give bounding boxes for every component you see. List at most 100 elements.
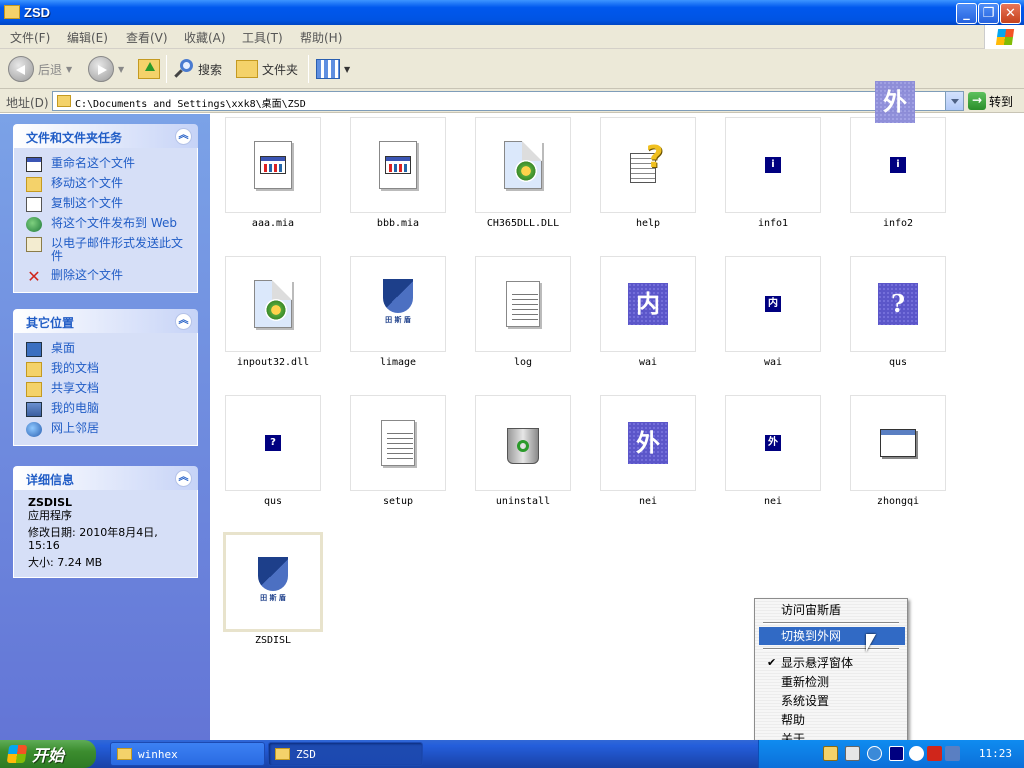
menu-item-show-float[interactable]: ✔ 显示悬浮窗体: [759, 654, 905, 672]
folders-icon: [236, 60, 258, 78]
views-button[interactable]: ▼: [316, 55, 350, 83]
file-item[interactable]: i info2: [847, 114, 947, 239]
move-icon: [26, 177, 42, 192]
start-button[interactable]: 开始: [0, 740, 96, 768]
tray-icon[interactable]: [867, 746, 882, 761]
menu-item-switch-external[interactable]: 切换到外网: [759, 627, 905, 645]
network-tray-icon[interactable]: [945, 746, 960, 761]
floating-status-window[interactable]: 外: [875, 81, 915, 123]
collapse-chevron-icon[interactable]: ︽: [175, 313, 192, 330]
rename-icon: [26, 157, 42, 172]
place-network[interactable]: 网上邻居: [14, 419, 197, 439]
file-item[interactable]: ? help: [597, 114, 697, 239]
tray-icon[interactable]: [909, 746, 924, 761]
shield-logo-icon: 田 斯 盾: [376, 279, 420, 329]
close-button[interactable]: ✕: [1000, 3, 1021, 24]
menu-item-help[interactable]: 帮助: [759, 711, 905, 729]
address-input[interactable]: C:\Documents and Settings\xxk8\桌面\ZSD: [52, 91, 964, 111]
folders-button[interactable]: 文件夹: [236, 55, 298, 83]
question-large-icon: ?: [878, 283, 918, 325]
tray-icon[interactable]: [927, 746, 942, 761]
dll-gear-icon: [254, 280, 292, 328]
forward-button[interactable]: ▼: [88, 55, 124, 83]
file-item[interactable]: 外 nei: [597, 392, 697, 517]
menu-file[interactable]: 文件(F): [10, 29, 50, 46]
other-places-title: 其它位置: [26, 316, 75, 330]
file-item[interactable]: i info1: [722, 114, 822, 239]
notepad-icon: [506, 281, 540, 327]
title-bar[interactable]: ZSD _ ❐ ✕: [0, 0, 1024, 25]
menu-favorites[interactable]: 收藏(A): [184, 29, 226, 46]
up-folder-button[interactable]: [138, 55, 160, 83]
file-item[interactable]: inpout32.dll: [222, 253, 322, 378]
notepad-icon: [381, 420, 415, 466]
file-tasks-header[interactable]: 文件和文件夹任务 ︽: [13, 124, 198, 148]
task-publish-web[interactable]: 将这个文件发布到 Web: [14, 214, 197, 234]
tray-icon[interactable]: [845, 746, 860, 761]
maximize-button[interactable]: ❐: [978, 3, 999, 24]
file-item-selected[interactable]: 田 斯 盾 ZSDISL: [222, 531, 323, 656]
tray-icon[interactable]: [823, 746, 838, 761]
minimize-button[interactable]: _: [956, 3, 977, 24]
folder-icon: [57, 95, 71, 107]
file-item[interactable]: 内 wai: [597, 253, 697, 378]
file-item[interactable]: aaa.mia: [222, 114, 322, 239]
views-dropdown-icon: ▼: [344, 64, 351, 74]
file-item[interactable]: log: [472, 253, 572, 378]
place-shared-documents[interactable]: 共享文档: [14, 379, 197, 399]
file-item[interactable]: 田 斯 盾 limage: [347, 253, 447, 378]
file-item[interactable]: ? qus: [222, 392, 322, 517]
address-value: C:\Documents and Settings\xxk8\桌面\ZSD: [75, 99, 306, 110]
address-dropdown-icon[interactable]: [945, 92, 963, 110]
detail-modified: 修改日期: 2010年8月4日, 15:16: [28, 526, 158, 552]
collapse-chevron-icon[interactable]: ︽: [175, 128, 192, 145]
go-button[interactable]: → 转到: [968, 91, 1020, 111]
taskbar-item-zsd[interactable]: ZSD: [268, 742, 423, 766]
zsd-tray-icon[interactable]: [889, 746, 904, 761]
place-my-documents[interactable]: 我的文档: [14, 359, 197, 379]
desktop-icon: [26, 342, 42, 357]
mouse-cursor-icon: [866, 634, 876, 652]
taskbar-item-winhex[interactable]: winhex: [110, 742, 265, 766]
task-rename[interactable]: 重命名这个文件: [14, 154, 197, 174]
file-tasks-title: 文件和文件夹任务: [26, 131, 123, 145]
menu-tools[interactable]: 工具(T): [242, 29, 283, 46]
nei-large-icon: 内: [628, 283, 668, 325]
file-item[interactable]: setup: [347, 392, 447, 517]
task-copy[interactable]: 复制这个文件: [14, 194, 197, 214]
place-desktop[interactable]: 桌面: [14, 339, 197, 359]
other-places-header[interactable]: 其它位置 ︽: [13, 309, 198, 333]
menu-item-settings[interactable]: 系统设置: [759, 692, 905, 710]
file-item[interactable]: 外 nei: [722, 392, 822, 517]
file-item[interactable]: CH365DLL.DLL: [472, 114, 572, 239]
document-window-icon: [379, 141, 417, 189]
file-item[interactable]: ? qus: [847, 253, 947, 378]
menu-item-visit[interactable]: 访问宙斯盾: [759, 601, 905, 619]
back-dropdown-icon[interactable]: ▼: [66, 65, 72, 74]
task-move[interactable]: 移动这个文件: [14, 174, 197, 194]
file-item[interactable]: bbb.mia: [347, 114, 447, 239]
file-item[interactable]: 内 wai: [722, 253, 822, 378]
details-header[interactable]: 详细信息 ︽: [13, 466, 198, 490]
task-email[interactable]: 以电子邮件形式发送此文件: [14, 234, 197, 266]
file-item[interactable]: zhongqi: [847, 392, 947, 517]
window-title: ZSD: [24, 5, 50, 20]
place-my-computer[interactable]: 我的电脑: [14, 399, 197, 419]
collapse-chevron-icon[interactable]: ︽: [175, 470, 192, 487]
folder-icon: [4, 5, 20, 19]
menu-help[interactable]: 帮助(H): [300, 29, 342, 46]
go-label: 转到: [989, 94, 1014, 109]
forward-dropdown-icon[interactable]: ▼: [118, 65, 124, 74]
dll-gear-icon: [504, 141, 542, 189]
my-computer-icon: [26, 402, 42, 417]
menu-view[interactable]: 查看(V): [126, 29, 168, 46]
file-item[interactable]: uninstall: [472, 392, 572, 517]
back-button[interactable]: 后退 ▼: [8, 55, 72, 83]
task-delete[interactable]: ✕ 删除这个文件: [14, 266, 197, 286]
menu-edit[interactable]: 编辑(E): [67, 29, 108, 46]
forward-arrow-icon: [88, 56, 114, 82]
copy-icon: [26, 197, 42, 212]
search-button[interactable]: 搜索: [174, 55, 222, 83]
wai-small-icon: 外: [765, 435, 781, 451]
menu-item-redetect[interactable]: 重新检测: [759, 673, 905, 691]
